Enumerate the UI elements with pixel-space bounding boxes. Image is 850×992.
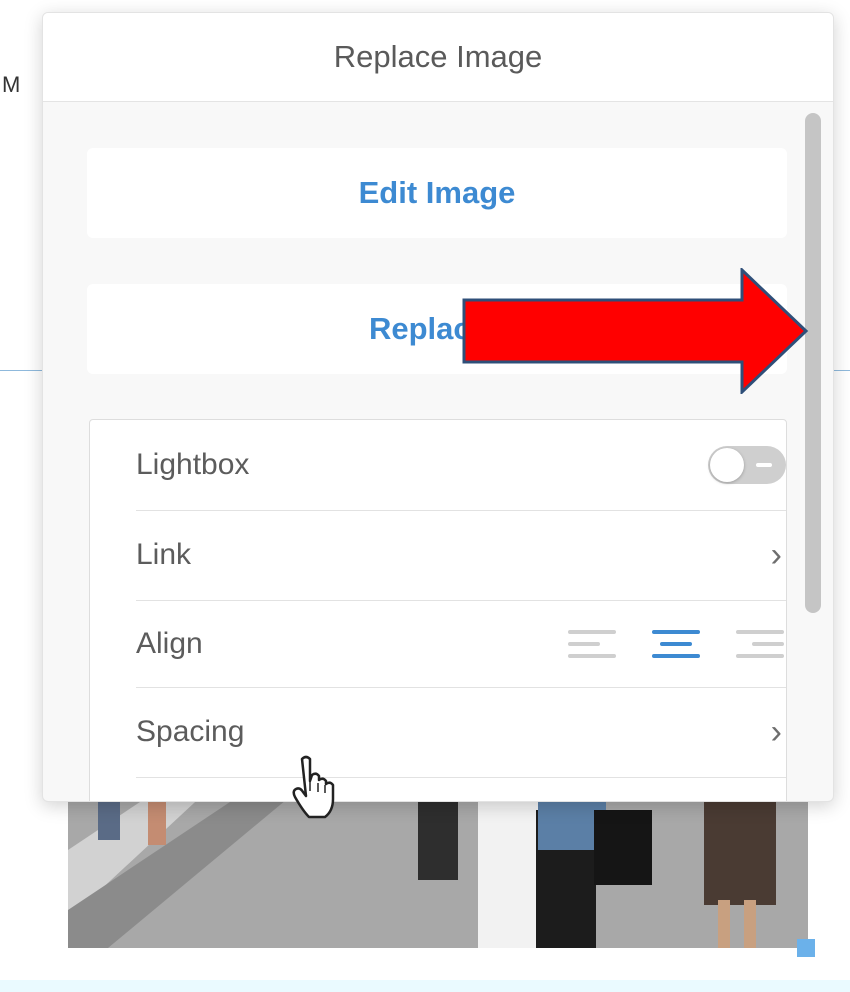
red-arrow-annotation	[462, 268, 809, 394]
toggle-knob	[710, 448, 744, 482]
link-label: Link	[136, 538, 192, 571]
background-strip	[0, 980, 850, 992]
spacing-label: Spacing	[136, 715, 245, 748]
align-center-icon[interactable]	[652, 626, 702, 662]
street-photo[interactable]	[68, 790, 808, 948]
align-row: Align	[136, 600, 786, 688]
panel-title: Replace Image	[333, 39, 543, 74]
image-settings-list: Lightbox Link › Align Spacing ›	[89, 419, 787, 801]
align-label: Align	[136, 626, 203, 660]
align-right-icon[interactable]	[736, 626, 786, 662]
photo-content	[68, 790, 808, 948]
panel-header: Replace Image	[43, 13, 833, 102]
chevron-right-icon: ›	[770, 535, 782, 574]
align-options	[568, 626, 786, 662]
lightbox-label: Lightbox	[136, 448, 250, 481]
toggle-off-icon	[756, 463, 772, 467]
lightbox-toggle[interactable]	[708, 446, 786, 484]
resize-handle[interactable]	[797, 939, 815, 957]
lightbox-row[interactable]: Lightbox	[136, 420, 786, 511]
align-left-icon[interactable]	[568, 626, 618, 662]
background-text-left: M	[2, 72, 21, 97]
hand-pointer-icon	[292, 755, 335, 819]
edit-image-button[interactable]: Edit Image	[87, 148, 787, 238]
link-row[interactable]: Link ›	[136, 510, 786, 601]
spacing-row[interactable]: Spacing ›	[136, 687, 786, 778]
replace-image-panel: Replace Image Edit Image Replace I Light…	[42, 12, 834, 802]
chevron-right-icon: ›	[770, 712, 782, 751]
